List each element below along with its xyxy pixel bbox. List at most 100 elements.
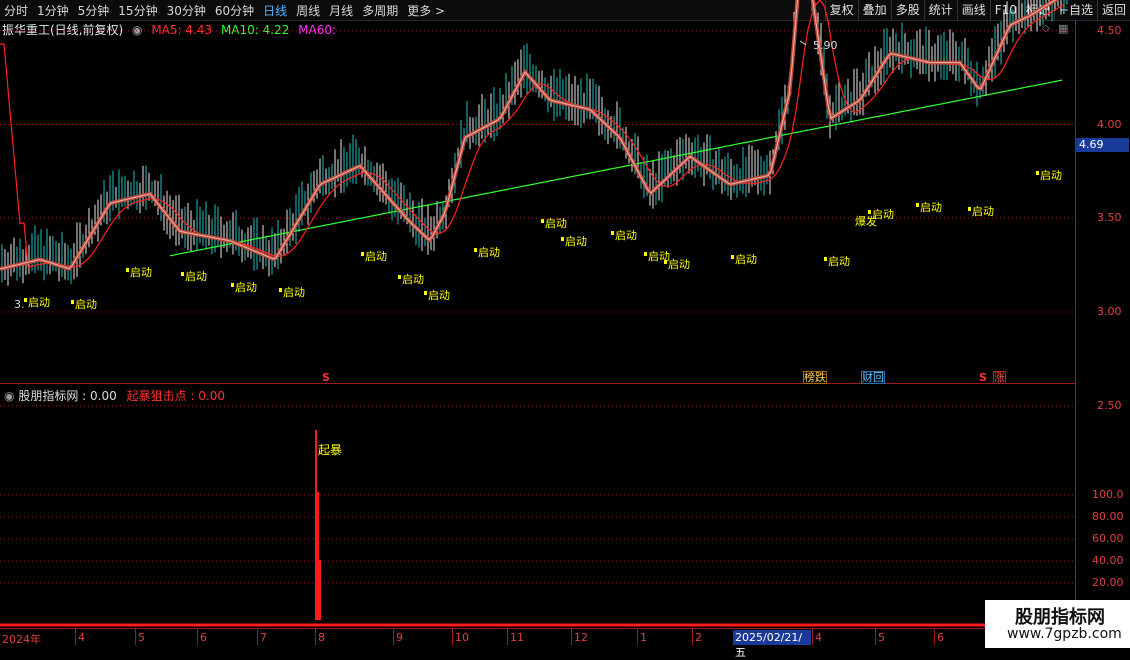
signal-dot — [644, 252, 647, 256]
indicator-tick-label: 20.00 — [1092, 576, 1124, 589]
signal-label: 启动 — [478, 246, 500, 259]
signal-label: 启动 — [283, 286, 305, 299]
time-tick-label: 4 — [78, 631, 85, 644]
indicator-tick-label: 40.00 — [1092, 554, 1124, 567]
signal-dot — [1036, 171, 1039, 175]
signal-label: 启动 — [972, 205, 994, 218]
signal-label: 启动 — [185, 270, 207, 283]
burst-label: 爆发 — [855, 214, 877, 228]
time-tick-label: 4 — [815, 631, 822, 644]
event-caihui-badge[interactable]: 财回 — [861, 371, 885, 384]
price-tick-label: 3.00 — [1097, 305, 1122, 318]
signal-label: 启动 — [668, 258, 690, 271]
time-tick-label: 12 — [574, 631, 588, 644]
time-tick-label: 10 — [455, 631, 469, 644]
signal-dot — [398, 275, 401, 279]
signal-label: 启动 — [402, 273, 424, 286]
signal-dot — [731, 255, 734, 259]
signal-dot — [424, 291, 427, 295]
peak-pointer — [799, 40, 807, 46]
watermark: 股朋指标网 www.7gpzb.com — [985, 600, 1130, 648]
signal-dot — [126, 268, 129, 272]
indicator-sub-name: 起暴狙击点 — [126, 389, 187, 403]
signal-dot — [181, 272, 184, 276]
signal-label: 启动 — [1040, 169, 1062, 182]
price-tick-label: 3.50 — [1097, 211, 1122, 225]
left-edge-label: 3. — [14, 298, 25, 311]
indicator-tick-label: 100.0 — [1092, 488, 1124, 501]
time-tick-label: 2024年 — [2, 633, 41, 646]
time-tick — [197, 629, 198, 645]
ma10-line — [0, 0, 1065, 268]
indicator-name: 股朋指标网 — [18, 389, 79, 403]
time-tick — [315, 629, 316, 645]
time-tick-label: 1 — [640, 631, 647, 644]
time-tick-label: 5 — [138, 631, 145, 644]
time-tick-label: 6 — [200, 631, 207, 644]
signal-dot — [231, 283, 234, 287]
time-tick-label: 6 — [937, 631, 944, 644]
signal-label: 启动 — [365, 250, 387, 263]
signal-label: 启动 — [75, 298, 97, 311]
event-s-marker[interactable]: S — [322, 371, 330, 384]
event-bangdie-badge[interactable]: 榜跌 — [803, 371, 827, 384]
signal-dot — [361, 252, 364, 256]
current-price-tag: 4.69 — [1075, 138, 1129, 152]
signal-label: 启动 — [235, 281, 257, 294]
time-tick-label: 5 — [878, 631, 885, 644]
time-tick-label: 7 — [260, 631, 267, 644]
indicator-title-row: ◉ 股朋指标网 : 0.00 起暴狙击点 : 0.00 — [4, 387, 225, 404]
signal-dot — [71, 300, 74, 304]
signal-label: 启动 — [130, 266, 152, 279]
signal-label: 启动 — [545, 217, 567, 230]
signal-label: 启动 — [428, 289, 450, 302]
time-tick — [257, 629, 258, 645]
indicator-value: : 0.00 — [82, 389, 117, 403]
signal-dot — [868, 210, 871, 214]
indicator-sub-value: : 0.00 — [190, 389, 225, 403]
signal-dot — [474, 248, 477, 252]
indicator-toggle-icon[interactable]: ◉ — [4, 389, 14, 403]
time-axis — [0, 628, 985, 651]
signal-dot — [279, 288, 282, 292]
price-chart[interactable]: 启动 启动启动 启动启动 启动启动启动启动启动启动启动 启动启动启动 启动 启动启动启动 启动… — [0, 0, 1130, 650]
event-zhang-badge[interactable]: 涨 — [993, 371, 1006, 384]
time-tick — [637, 629, 638, 645]
watermark-url: www.7gpzb.com — [1007, 626, 1122, 642]
time-tick — [692, 629, 693, 645]
price-tick-label: 4.00 — [1097, 117, 1122, 131]
pane-divider — [0, 383, 1075, 384]
time-tick — [934, 629, 935, 645]
time-tick — [135, 629, 136, 645]
indicator-tick-label: 80.00 — [1092, 510, 1124, 523]
time-tick — [571, 629, 572, 645]
time-tick — [452, 629, 453, 645]
signal-label: 启动 — [920, 201, 942, 214]
signal-dot — [664, 260, 667, 264]
signal-label: 启动 — [615, 229, 637, 242]
time-tick-label: 9 — [396, 631, 403, 644]
signal-dot — [968, 207, 971, 211]
price-axis-line — [1075, 20, 1076, 630]
time-tick-label: 11 — [510, 631, 524, 644]
signal-dot — [561, 237, 564, 241]
price-tick-label: 2.50 — [1097, 398, 1122, 412]
signal-dot — [541, 219, 544, 223]
time-tick — [875, 629, 876, 645]
signal-label: 启动 — [28, 296, 50, 309]
time-tick-label: 8 — [318, 631, 325, 644]
peak-price-label: 5.90 — [813, 39, 838, 52]
signal-label: 启动 — [565, 235, 587, 248]
time-tick — [75, 629, 76, 645]
signal-dot — [824, 257, 827, 261]
signal-dot — [611, 231, 614, 235]
time-tick — [507, 629, 508, 645]
event-s-marker-2[interactable]: S — [979, 371, 987, 384]
time-tick-label: 2 — [695, 631, 702, 644]
cursor-date: 2025/02/21/五 — [733, 630, 811, 659]
spike-label: 起暴 — [318, 443, 343, 457]
time-tick — [812, 629, 813, 645]
signal-label: 启动 — [828, 255, 850, 268]
signal-dot — [916, 203, 919, 207]
price-tick-label: 4.50 — [1097, 23, 1122, 37]
